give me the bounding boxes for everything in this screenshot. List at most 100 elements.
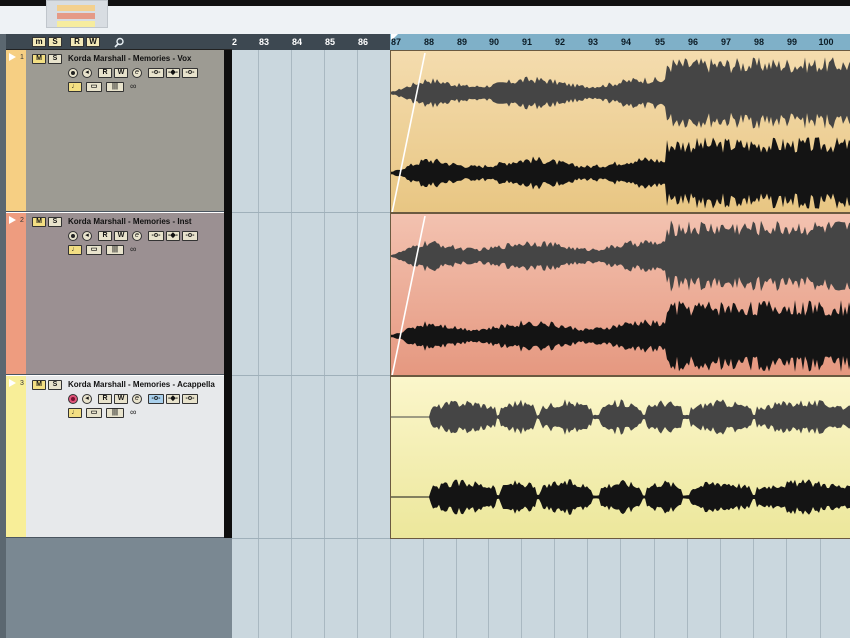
lanes-icon[interactable]: ||| [106,408,124,418]
edit-channel-icon[interactable]: e [132,231,142,241]
ruler-bar-89: 89 [456,37,467,47]
ruler-bar-88: 88 [423,37,434,47]
ruler-bar-94: 94 [620,37,631,47]
overview-track-3 [57,21,95,27]
musical-timebase-icon[interactable]: ♩ [68,82,82,92]
ruler-bar-84: 84 [291,37,302,47]
read-automation-button[interactable]: R [98,231,112,241]
track-number: 3 [20,380,24,387]
monitor-speaker-icon[interactable]: ◂ [82,231,92,241]
read-automation-button[interactable]: R [98,68,112,78]
track-name[interactable]: Korda Marshall - Memories - Vox [68,54,191,63]
gridline-bar-84 [291,50,292,638]
audio-event-3[interactable] [390,376,850,539]
fade-in-curve[interactable] [391,52,426,213]
lanes-icon[interactable]: ||| [106,82,124,92]
lanes-icon[interactable]: ||| [106,245,124,255]
folder-icon[interactable]: ▭ [86,82,102,92]
solo-button[interactable]: S [48,217,62,227]
edit-channel-icon[interactable]: e [132,394,142,404]
track-color-strip [6,376,26,537]
top-toolbar [0,0,850,34]
group-link-icon[interactable]: ∞ [130,244,136,254]
track-color-strip [6,213,26,374]
overview-track-1 [57,5,95,11]
mute-button[interactable]: M [32,54,46,64]
musical-timebase-icon[interactable]: ♩ [68,245,82,255]
ruler-bar-90: 90 [488,37,499,47]
track-name[interactable]: Korda Marshall - Memories - Inst [68,217,192,226]
eq-icon[interactable]: -◆- [166,231,180,241]
record-enable-button[interactable] [68,394,78,404]
track-number: 2 [20,217,24,224]
insert-fx-icon[interactable]: -o- [148,68,164,78]
write-automation-button[interactable]: W [114,231,128,241]
track-header-3[interactable]: 3 M S Korda Marshall - Memories - Acappella… [6,376,224,538]
waveform-1 [391,52,850,213]
eq-icon[interactable]: -◆- [166,394,180,404]
solo-button[interactable]: S [48,54,62,64]
sends-icon[interactable]: -o- [182,394,198,404]
track-list-toolbar: m S R W [6,34,232,50]
waveform-3 [391,399,850,515]
edit-channel-icon[interactable]: e [132,68,142,78]
global-write-button[interactable]: W [86,37,100,47]
group-link-icon[interactable]: ∞ [130,81,136,91]
global-solo-button[interactable]: S [48,37,62,47]
solo-button[interactable]: S [48,380,62,390]
ruler-bar-97: 97 [720,37,731,47]
folder-icon[interactable]: ▭ [86,408,102,418]
record-enable-button[interactable] [68,231,78,241]
ruler-bar-87: 87 [390,37,401,47]
track-name[interactable]: Korda Marshall - Memories - Acappella [68,380,215,389]
group-link-icon[interactable]: ∞ [130,407,136,417]
ruler-bar-86: 86 [357,37,368,47]
search-icon[interactable] [114,37,125,48]
empty-track-list-area [6,538,232,638]
ruler-bar-91: 91 [521,37,532,47]
track-expand-icon[interactable] [9,216,16,224]
overview-track-2 [57,13,95,19]
track-expand-icon[interactable] [9,379,16,387]
write-automation-button[interactable]: W [114,68,128,78]
project-overview[interactable] [46,0,108,28]
fade-in-curve[interactable] [391,215,426,376]
gridline-bar-86 [357,50,358,638]
ruler-bar-99: 99 [786,37,797,47]
ruler-bar-96: 96 [687,37,698,47]
monitor-speaker-icon[interactable]: ◂ [82,394,92,404]
ruler-bar-95: 95 [654,37,665,47]
ruler-bar-83: 83 [258,37,269,47]
track-color-strip [6,50,26,211]
track-list-divider[interactable] [224,50,232,538]
record-enable-button[interactable] [68,68,78,78]
global-read-button[interactable]: R [70,37,84,47]
monitor-speaker-icon[interactable]: ◂ [82,68,92,78]
ruler-bar-92: 92 [554,37,565,47]
sends-icon[interactable]: -o- [182,68,198,78]
mute-button[interactable]: M [32,380,46,390]
audio-event-2[interactable] [390,213,850,376]
global-mute-button[interactable]: m [32,37,46,47]
folder-icon[interactable]: ▭ [86,245,102,255]
insert-fx-icon[interactable]: -o- [148,231,164,241]
ruler-bar-85: 85 [324,37,335,47]
eq-icon[interactable]: -◆- [166,68,180,78]
write-automation-button[interactable]: W [114,394,128,404]
track-number: 1 [20,54,24,61]
insert-fx-icon[interactable]: -o- [148,394,164,404]
gridline-bar-85 [324,50,325,638]
gridline-bar-83 [258,50,259,638]
ruler-bar-100: 100 [818,37,834,47]
ruler-bar-98: 98 [753,37,764,47]
track-header-2[interactable]: 2 M S Korda Marshall - Memories - Inst ◂ R We -… [6,213,224,375]
musical-timebase-icon[interactable]: ♩ [68,408,82,418]
read-automation-button[interactable]: R [98,394,112,404]
track-header-1[interactable]: 1 M S Korda Marshall - Memories - Vox ◂ R We -o… [6,50,224,212]
track-expand-icon[interactable] [9,53,16,61]
mute-button[interactable]: M [32,217,46,227]
waveform-2 [391,215,850,376]
ruler-bar-93: 93 [587,37,598,47]
sends-icon[interactable]: -o- [182,231,198,241]
audio-event-1[interactable] [390,50,850,213]
